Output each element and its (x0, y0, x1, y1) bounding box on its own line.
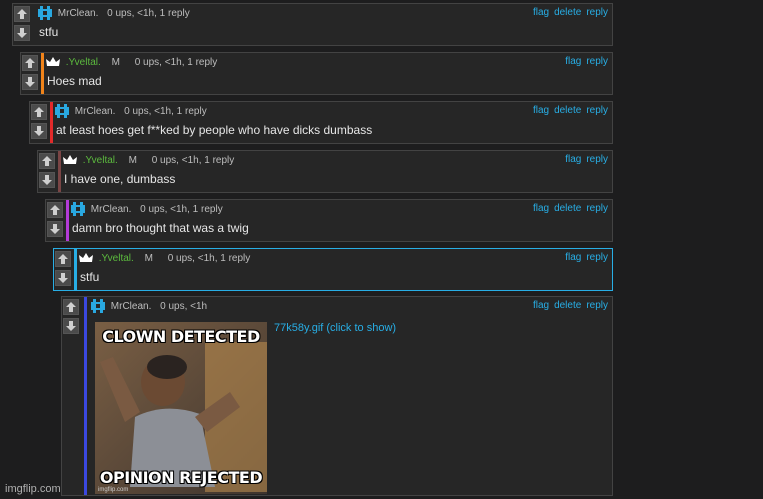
comment-header: MrClean. 0 ups, <1h, 1 reply flag delete r… (37, 6, 608, 22)
delete-link[interactable]: delete (554, 7, 581, 18)
username[interactable]: MrClean. (58, 8, 99, 19)
comment-body: CLOWN DETECTED OPINION REJECTED imgflip.… (84, 297, 612, 495)
username[interactable]: .Yveltal. (83, 155, 118, 166)
upvote-button[interactable] (22, 55, 38, 71)
comment-text: at least hoes get f**ked by people who h… (56, 123, 373, 137)
mod-badge: M (111, 56, 120, 68)
comment-actions: flag delete reply (528, 7, 608, 18)
mod-badge: M (128, 154, 137, 166)
thread-bar (41, 53, 44, 94)
upvote-button[interactable] (55, 251, 71, 267)
downvote-button[interactable] (22, 74, 38, 90)
reply-link[interactable]: reply (586, 7, 608, 18)
flag-link[interactable]: flag (565, 154, 581, 165)
comment: .Yveltal. M 0 ups, <1h, 1 reply flag repl… (37, 150, 613, 193)
upvote-button[interactable] (47, 202, 63, 218)
comment-meta: 0 ups, <1h, 1 reply (134, 56, 218, 68)
comment: MrClean. 0 ups, <1h flag delete reply CL… (61, 296, 613, 496)
comment-actions: flag delete reply (528, 105, 608, 116)
username[interactable]: .Yveltal. (66, 57, 101, 68)
reply-link[interactable]: reply (586, 105, 608, 116)
mrclean-icon (37, 6, 53, 20)
downvote-button[interactable] (55, 270, 71, 286)
gif-link[interactable]: 77k58y.gif (click to show) (274, 322, 396, 334)
comment-meta: 0 ups, <1h, 1 reply (140, 203, 223, 215)
downvote-button[interactable] (14, 25, 30, 41)
downvote-button[interactable] (31, 123, 47, 139)
thread-bar (74, 249, 77, 290)
downvote-button[interactable] (47, 221, 63, 237)
comment: MrClean. 0 ups, <1h, 1 reply flag delete r… (12, 3, 613, 46)
flag-link[interactable]: flag (565, 56, 581, 67)
delete-link[interactable]: delete (554, 105, 581, 116)
reply-link[interactable]: reply (586, 252, 608, 263)
crown-icon (62, 153, 78, 167)
meme-top-text: CLOWN DETECTED (102, 327, 260, 346)
username[interactable]: .Yveltal. (99, 253, 134, 264)
upvote-button[interactable] (63, 299, 79, 315)
flag-link[interactable]: flag (533, 203, 549, 214)
username[interactable]: MrClean. (75, 106, 116, 117)
comment-meta: 0 ups, <1h, 1 reply (167, 252, 251, 264)
comment-text: damn bro thought that was a twig (72, 221, 249, 235)
comment-header: MrClean. 0 ups, <1h, 1 reply flag delete r… (54, 104, 608, 120)
flag-link[interactable]: flag (565, 252, 581, 263)
downvote-button[interactable] (63, 318, 79, 334)
flag-link[interactable]: flag (533, 7, 549, 18)
comment-text: stfu (39, 25, 59, 39)
comment-header: .Yveltal. M 0 ups, <1h, 1 reply flag repl… (62, 153, 608, 169)
comment: .Yveltal. M 0 ups, <1h, 1 reply flag repl… (20, 52, 613, 95)
flag-link[interactable]: flag (533, 105, 549, 116)
comment-header: MrClean. 0 ups, <1h, 1 reply flag delete r… (70, 202, 608, 218)
thread-bar (58, 151, 61, 192)
reply-link[interactable]: reply (586, 154, 608, 165)
thread-bar (66, 200, 69, 241)
crown-icon (78, 251, 94, 265)
comment-text: Hoes mad (47, 74, 102, 88)
username[interactable]: MrClean. (91, 204, 132, 215)
reply-link[interactable]: reply (586, 203, 608, 214)
comment-header: .Yveltal. M 0 ups, <1h, 1 reply flag repl… (78, 251, 608, 267)
mod-badge: M (144, 252, 153, 264)
imgflip-watermark: imgflip.com (5, 483, 61, 495)
comment-text: stfu (80, 270, 100, 284)
downvote-button[interactable] (39, 172, 55, 188)
mrclean-icon (54, 104, 70, 118)
comment-meta: 0 ups, <1h, 1 reply (124, 105, 207, 117)
upvote-button[interactable] (39, 153, 55, 169)
comment-text: I have one, dumbass (64, 172, 176, 186)
comment: MrClean. 0 ups, <1h, 1 reply flag delete r… (45, 199, 613, 242)
crown-icon (45, 55, 61, 69)
thread-bar (50, 102, 53, 143)
comment-actions: flag delete reply (528, 203, 608, 214)
meme-bottom-text: OPINION REJECTED (99, 468, 263, 487)
comment-actions: flag reply (560, 252, 608, 263)
delete-link[interactable]: delete (554, 203, 581, 214)
meme-image[interactable]: CLOWN DETECTED OPINION REJECTED imgflip.… (95, 322, 267, 494)
reply-link[interactable]: reply (586, 56, 608, 67)
upvote-button[interactable] (31, 104, 47, 120)
comment-meta: 0 ups, <1h, 1 reply (151, 154, 235, 166)
comment-actions: flag reply (560, 154, 608, 165)
meme-watermark: imgflip.com (98, 487, 129, 493)
comment-meta: 0 ups, <1h, 1 reply (107, 7, 190, 19)
comment-actions: flag reply (560, 56, 608, 67)
comment: MrClean. 0 ups, <1h, 1 reply flag delete r… (29, 101, 613, 144)
comment: .Yveltal. M 0 ups, <1h, 1 reply flag repl… (53, 248, 613, 291)
mrclean-icon (70, 202, 86, 216)
upvote-button[interactable] (14, 6, 30, 22)
comment-header: .Yveltal. M 0 ups, <1h, 1 reply flag repl… (45, 55, 608, 71)
